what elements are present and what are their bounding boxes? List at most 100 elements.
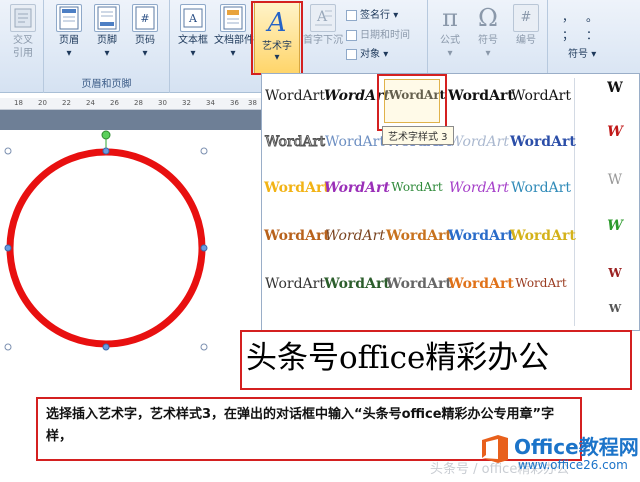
header-dropdown-icon[interactable]: ▾ — [54, 47, 84, 60]
text-box-icon: A — [180, 4, 206, 32]
comma-symbol[interactable]: ， — [562, 10, 586, 24]
wordart-style-16[interactable]: WordArt — [264, 228, 330, 244]
footer-button[interactable]: 页脚 ▾ — [92, 4, 122, 60]
logo-url: www.office26.com — [518, 458, 628, 472]
wordart-style-14[interactable]: WordArt — [448, 180, 510, 196]
document-parts-dropdown-icon[interactable]: ▾ — [214, 47, 252, 60]
wordart-dropdown-icon[interactable]: ▾ — [255, 52, 299, 63]
period-symbol[interactable]: 。 — [586, 10, 616, 24]
symbol-button[interactable]: Ω 符号 ▾ — [470, 4, 506, 60]
footer-icon — [94, 4, 120, 32]
gallery-divider — [574, 78, 575, 326]
page-number-dropdown-icon[interactable]: ▾ — [130, 47, 160, 60]
document-parts-label: 文档部件 — [214, 35, 254, 46]
wordart-style-20[interactable]: WordArt — [510, 228, 576, 244]
wordart-style-6[interactable]: WordArt — [264, 134, 326, 151]
wordart-style-25[interactable]: WordArt — [510, 276, 572, 290]
ruler-margin — [0, 110, 262, 130]
numbering-icon: # — [513, 4, 539, 32]
date-time-icon — [346, 29, 357, 41]
wordart-style-18[interactable]: WordArt — [386, 228, 452, 244]
wordart-style-3-selection — [384, 79, 440, 123]
wordart-style-4[interactable]: WordArt — [448, 88, 514, 104]
wordart-side-style-1[interactable]: W — [600, 80, 630, 96]
page-number-button[interactable]: # 页码 ▾ — [130, 4, 160, 60]
wordart-style-9[interactable]: WordArt — [448, 134, 510, 150]
office-logo: Office教程网 www.office26.com — [478, 430, 639, 476]
group-header-footer: 页眉 ▾ 页脚 ▾ # 页码 ▾ 页眉和页脚 — [44, 0, 170, 93]
formula-label: 公式 — [440, 35, 460, 46]
wordart-style-21[interactable]: WordArt — [264, 276, 326, 292]
svg-text:A: A — [266, 8, 287, 36]
object-dropdown-icon[interactable]: ▾ — [383, 49, 388, 60]
signature-line-icon — [346, 9, 357, 21]
wordart-style-24[interactable]: WordArt — [448, 276, 514, 292]
wordart-style-13[interactable]: WordArt — [386, 180, 448, 194]
logo-brand: Office教程网 — [514, 435, 639, 459]
wordart-button[interactable]: A 艺术字 ▾ — [254, 2, 300, 74]
date-time-button[interactable]: 日期和时间 — [346, 26, 410, 41]
ruler-tick: 36 — [230, 99, 239, 107]
wordart-style-7[interactable]: WordArt — [324, 134, 386, 150]
drop-cap-label: 首字下沉 — [303, 35, 343, 46]
formula-button[interactable]: π 公式 ▾ — [432, 4, 468, 60]
wordart-style-19[interactable]: WordArt — [448, 228, 514, 244]
header-footer-group-label: 页眉和页脚 — [81, 79, 132, 90]
inserted-wordart-text[interactable]: 头条号office精彩办公 — [244, 333, 632, 391]
special-symbols-dropdown-icon[interactable]: ▾ — [591, 49, 596, 60]
cross-reference-button[interactable]: 交叉 引用 — [6, 4, 40, 60]
wordart-icon: A — [263, 6, 291, 38]
signature-line-button[interactable]: 签名行 ▾ — [346, 6, 398, 21]
ruler-tick: 32 — [182, 99, 191, 107]
numbering-button[interactable]: # 编号 — [508, 4, 544, 47]
wordart-style-2[interactable]: WordArt — [324, 88, 390, 104]
wordart-side-style-5[interactable]: W — [600, 266, 630, 280]
numbering-label: 编号 — [516, 35, 536, 46]
formula-icon: π — [442, 4, 458, 32]
wordart-style-5[interactable]: WordArt — [510, 88, 572, 104]
symbol-label: 符号 — [478, 35, 498, 46]
office-logo-icon — [482, 435, 508, 463]
colon-symbol[interactable]: ： — [586, 28, 616, 42]
ruler-tick: 18 — [14, 99, 23, 107]
wordart-side-style-2[interactable]: W — [600, 124, 630, 140]
special-symbols-row-2[interactable]: ；： — [562, 26, 616, 43]
object-button[interactable]: 对象 ▾ — [346, 45, 388, 60]
wordart-style-10[interactable]: WordArt — [510, 134, 576, 150]
ruler-tick: 34 — [206, 99, 215, 107]
special-symbols-row-1[interactable]: ，。 — [562, 8, 616, 25]
document-parts-icon — [220, 4, 246, 32]
drop-cap-button[interactable]: A 首字下沉 — [302, 4, 344, 47]
text-box-button[interactable]: A 文本框 ▾ — [176, 4, 210, 60]
header-button[interactable]: 页眉 ▾ — [54, 4, 84, 60]
formula-dropdown-icon[interactable]: ▾ — [432, 47, 468, 60]
wordart-side-style-3[interactable]: W — [600, 172, 630, 188]
red-circle-shape[interactable] — [0, 130, 262, 375]
signature-line-label: 签名行 — [360, 10, 390, 21]
wordart-style-23[interactable]: WordArt — [386, 276, 452, 292]
signature-line-dropdown-icon[interactable]: ▾ — [393, 10, 398, 21]
page-number-label: 页码 — [135, 35, 155, 46]
wordart-style-22[interactable]: WordArt — [324, 276, 390, 292]
wordart-style-12[interactable]: WordArt — [324, 180, 390, 196]
wordart-style-11[interactable]: WordArt — [264, 180, 330, 196]
object-icon — [346, 48, 357, 60]
wordart-side-style-4[interactable]: W — [600, 218, 630, 234]
header-label: 页眉 — [59, 35, 79, 46]
symbol-dropdown-icon[interactable]: ▾ — [470, 47, 506, 60]
wordart-gallery[interactable]: WordArt WordArt WordArt WordArt WordArt … — [261, 73, 640, 331]
document-canvas[interactable] — [0, 130, 262, 375]
wordart-style-15[interactable]: WordArt — [510, 180, 572, 196]
semicolon-symbol[interactable]: ； — [562, 28, 586, 42]
text-box-dropdown-icon[interactable]: ▾ — [176, 47, 210, 60]
ruler-tick: 38 — [248, 99, 257, 107]
omega-icon: Ω — [478, 4, 498, 32]
horizontal-ruler: 18 20 22 24 26 28 30 32 34 36 38 — [0, 98, 262, 110]
special-symbols-button[interactable]: 符号 ▾ — [568, 45, 596, 60]
document-parts-button[interactable]: 文档部件 ▾ — [214, 4, 254, 60]
wordart-side-style-6[interactable]: W — [600, 302, 630, 315]
ruler-tick: 20 — [38, 99, 47, 107]
wordart-style-17[interactable]: WordArt — [324, 228, 386, 244]
wordart-style-1[interactable]: WordArt — [264, 88, 326, 104]
footer-dropdown-icon[interactable]: ▾ — [92, 47, 122, 60]
